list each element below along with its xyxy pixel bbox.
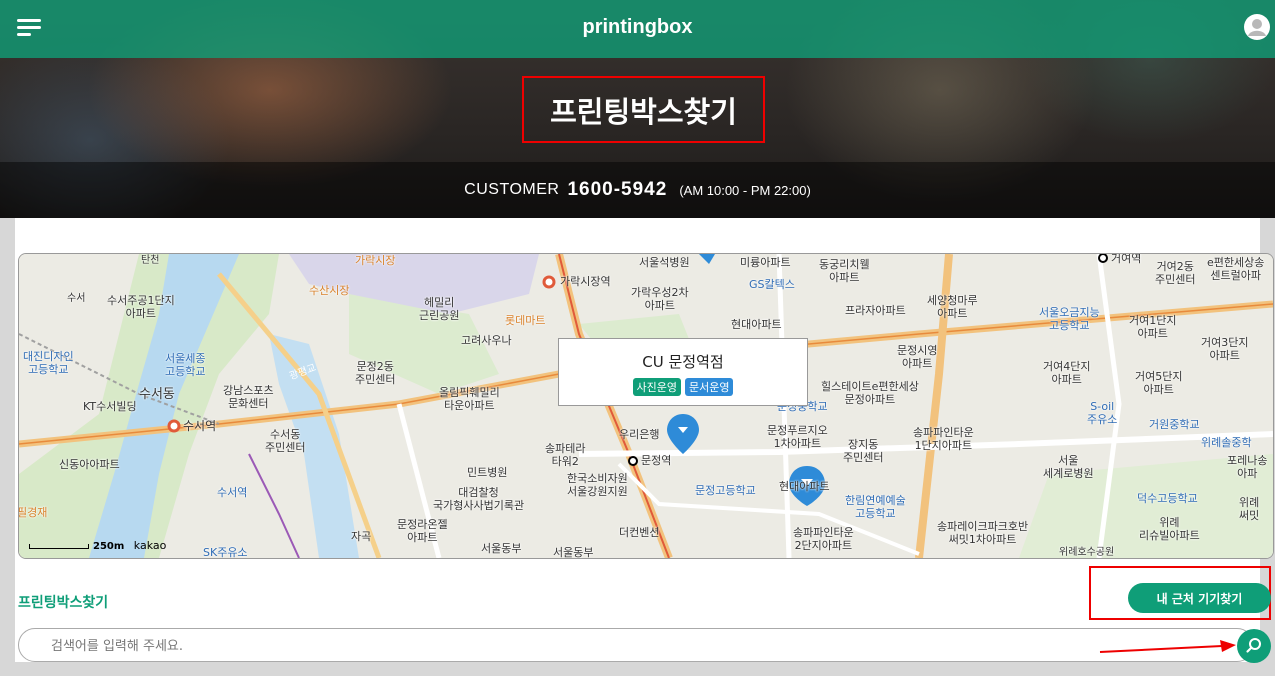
map-label: 올림픽훼밀리 타운아파트 <box>439 386 500 412</box>
customer-phone[interactable]: 1600-5942 <box>567 179 667 201</box>
map-provider-logo: kakao <box>133 539 167 552</box>
map-label: 거여역 <box>1111 253 1142 265</box>
hero-banner: printingbox 프린팅박스찾기 CUSTOMER 1600-5942 (… <box>0 0 1275 218</box>
map-label: 문정역 <box>641 454 672 467</box>
map-label: 거원중학교 <box>1149 418 1200 431</box>
map-label: 탄천 <box>141 255 160 266</box>
map-label: 송파레이크파크호반 써밋1차아파트 <box>937 520 1029 546</box>
find-nearby-button[interactable]: 내 근처 기기찾기 <box>1128 583 1271 613</box>
map-scale: 250m kakao <box>29 539 166 552</box>
map-label: 힐스테이트e편한세상 문정아파트 <box>821 380 919 406</box>
map-label: 문정고등학교 <box>695 484 756 497</box>
map-label: KT수서빌딩 <box>83 400 137 413</box>
search-icon <box>1246 638 1261 653</box>
customer-hours: (AM 10:00 - PM 22:00) <box>679 182 811 198</box>
map-label: 수서 <box>67 293 86 304</box>
scale-bar <box>29 543 89 549</box>
map-label: 헤밀리 근린공원 <box>419 296 460 322</box>
map-label: 문정푸르지오 1차아파트 <box>767 424 828 450</box>
search-input[interactable] <box>49 635 1203 657</box>
map-label: 위례 써밋 <box>1239 496 1260 522</box>
map-label: S-oil 주유소 <box>1087 400 1118 426</box>
map-label: 서울석병원 <box>639 256 690 269</box>
map-label: 한림연예예술 고등학교 <box>845 494 906 520</box>
search-button[interactable] <box>1237 629 1271 663</box>
map-label: 위례호수공원 <box>1059 547 1115 558</box>
red-arrow-icon <box>1099 640 1236 653</box>
map-label: 한국소비자원 서울강원지원 <box>567 472 628 498</box>
map-label: GS칼텍스 <box>749 278 795 291</box>
map-label: 동궁리치웰 아파트 <box>819 258 870 284</box>
photo-service-badge: 사진운영 <box>632 378 681 396</box>
map-label: 거여1단지 아파트 <box>1129 314 1177 340</box>
customer-info-bar: CUSTOMER 1600-5942 (AM 10:00 - PM 22:00) <box>0 162 1275 218</box>
section-title: 프린팅박스찾기 <box>18 595 109 611</box>
map-label: 자곡 <box>351 530 372 543</box>
map-label: 위례 리슈빌아파트 <box>1139 516 1200 542</box>
map-label: 대검찰청 국가형사사법기록관 <box>433 486 525 512</box>
map-label: 프라자아파트 <box>845 304 906 317</box>
map-label: 신동아아파트 <box>59 458 120 471</box>
map-label: 서울오금지능 고등학교 <box>1039 306 1100 332</box>
map-label: 수서동 주민센터 <box>265 428 306 454</box>
page-title: 프린팅박스찾기 <box>522 76 765 143</box>
map-label: 서울 세계로병원 <box>1043 454 1094 480</box>
map-label: 서울세종 고등학교 <box>165 352 206 378</box>
map-label: 롯데마트 <box>505 314 546 327</box>
map-label: 수서역 <box>183 419 217 433</box>
map-label: 송파파인타운 1단지아파트 <box>913 426 974 452</box>
map-label: 더컨벤션 <box>619 526 660 539</box>
map-label: 세양청마루 아파트 <box>927 294 978 320</box>
map-label: 가락우성2차 아파트 <box>631 286 689 312</box>
brand-logo[interactable]: printingbox <box>0 16 1275 39</box>
map-label: 가락시장 <box>355 254 396 267</box>
map-label: 현대아파트 <box>779 480 830 493</box>
popup-tags: 사진운영 문서운영 <box>559 378 807 396</box>
map-label: 장지동 주민센터 <box>843 438 884 464</box>
customer-label: CUSTOMER <box>464 181 560 198</box>
user-avatar-icon[interactable] <box>1243 13 1271 41</box>
map-label: 우리은행 <box>619 428 660 441</box>
map-label: 수산시장 <box>309 284 350 297</box>
top-bar: printingbox <box>0 0 1275 58</box>
map-label: 민트병원 <box>467 466 508 479</box>
document-service-badge: 문서운영 <box>685 378 734 396</box>
map-label: 거여4단지 아파트 <box>1043 360 1091 386</box>
map-label: 문정2동 주민센터 <box>355 360 396 386</box>
map-label: 미륭아파트 <box>740 256 791 269</box>
popup-store-name: CU 문정역점 <box>642 353 724 371</box>
map-label: 송파테라 타워2 <box>545 442 586 468</box>
map-label: e편한세상송 센트럴아파 <box>1207 256 1265 282</box>
search-bar <box>18 628 1254 662</box>
map-label: 문정시영 아파트 <box>897 344 938 370</box>
map-label: 문정라온젤 아파트 <box>397 518 448 544</box>
map-label: 서울동부 <box>553 546 594 559</box>
map-label: 서울동부 <box>481 542 522 555</box>
map-label: 강남스포츠 문화센터 <box>223 384 274 410</box>
map-label: 가락시장역 <box>560 275 611 288</box>
map-label: 포레나송 아파 <box>1227 454 1268 480</box>
scale-label: 250m <box>93 541 125 552</box>
map-view[interactable]: 가락시장 수산시장 가락시장역 서울석병원 미륭아파트 동궁리치웰 아파트 거여… <box>18 253 1274 559</box>
map-label: 거여5단지 아파트 <box>1135 370 1183 396</box>
map-label: 송파파인타운 2단지아파트 <box>793 526 854 552</box>
map-label: 거여2동 주민센터 <box>1155 260 1196 286</box>
map-info-popup[interactable]: CU 문정역점 사진운영 문서운영 <box>558 338 808 406</box>
map-label: 수서주공1단지 아파트 <box>107 294 175 320</box>
map-label: 고려사우나 <box>461 334 512 347</box>
map-label: SK주유소 <box>203 546 248 559</box>
map-label: 수서역 <box>217 486 248 499</box>
map-label: 필경재 <box>18 506 48 519</box>
map-label: 위례솔중학 <box>1201 436 1252 449</box>
map-label: 수서동 <box>139 387 175 402</box>
map-label: 덕수고등학교 <box>1137 492 1198 505</box>
map-label: 대진디자인 고등학교 <box>23 350 74 376</box>
map-label: 현대아파트 <box>731 318 782 331</box>
map-label: 거여3단지 아파트 <box>1201 336 1249 362</box>
